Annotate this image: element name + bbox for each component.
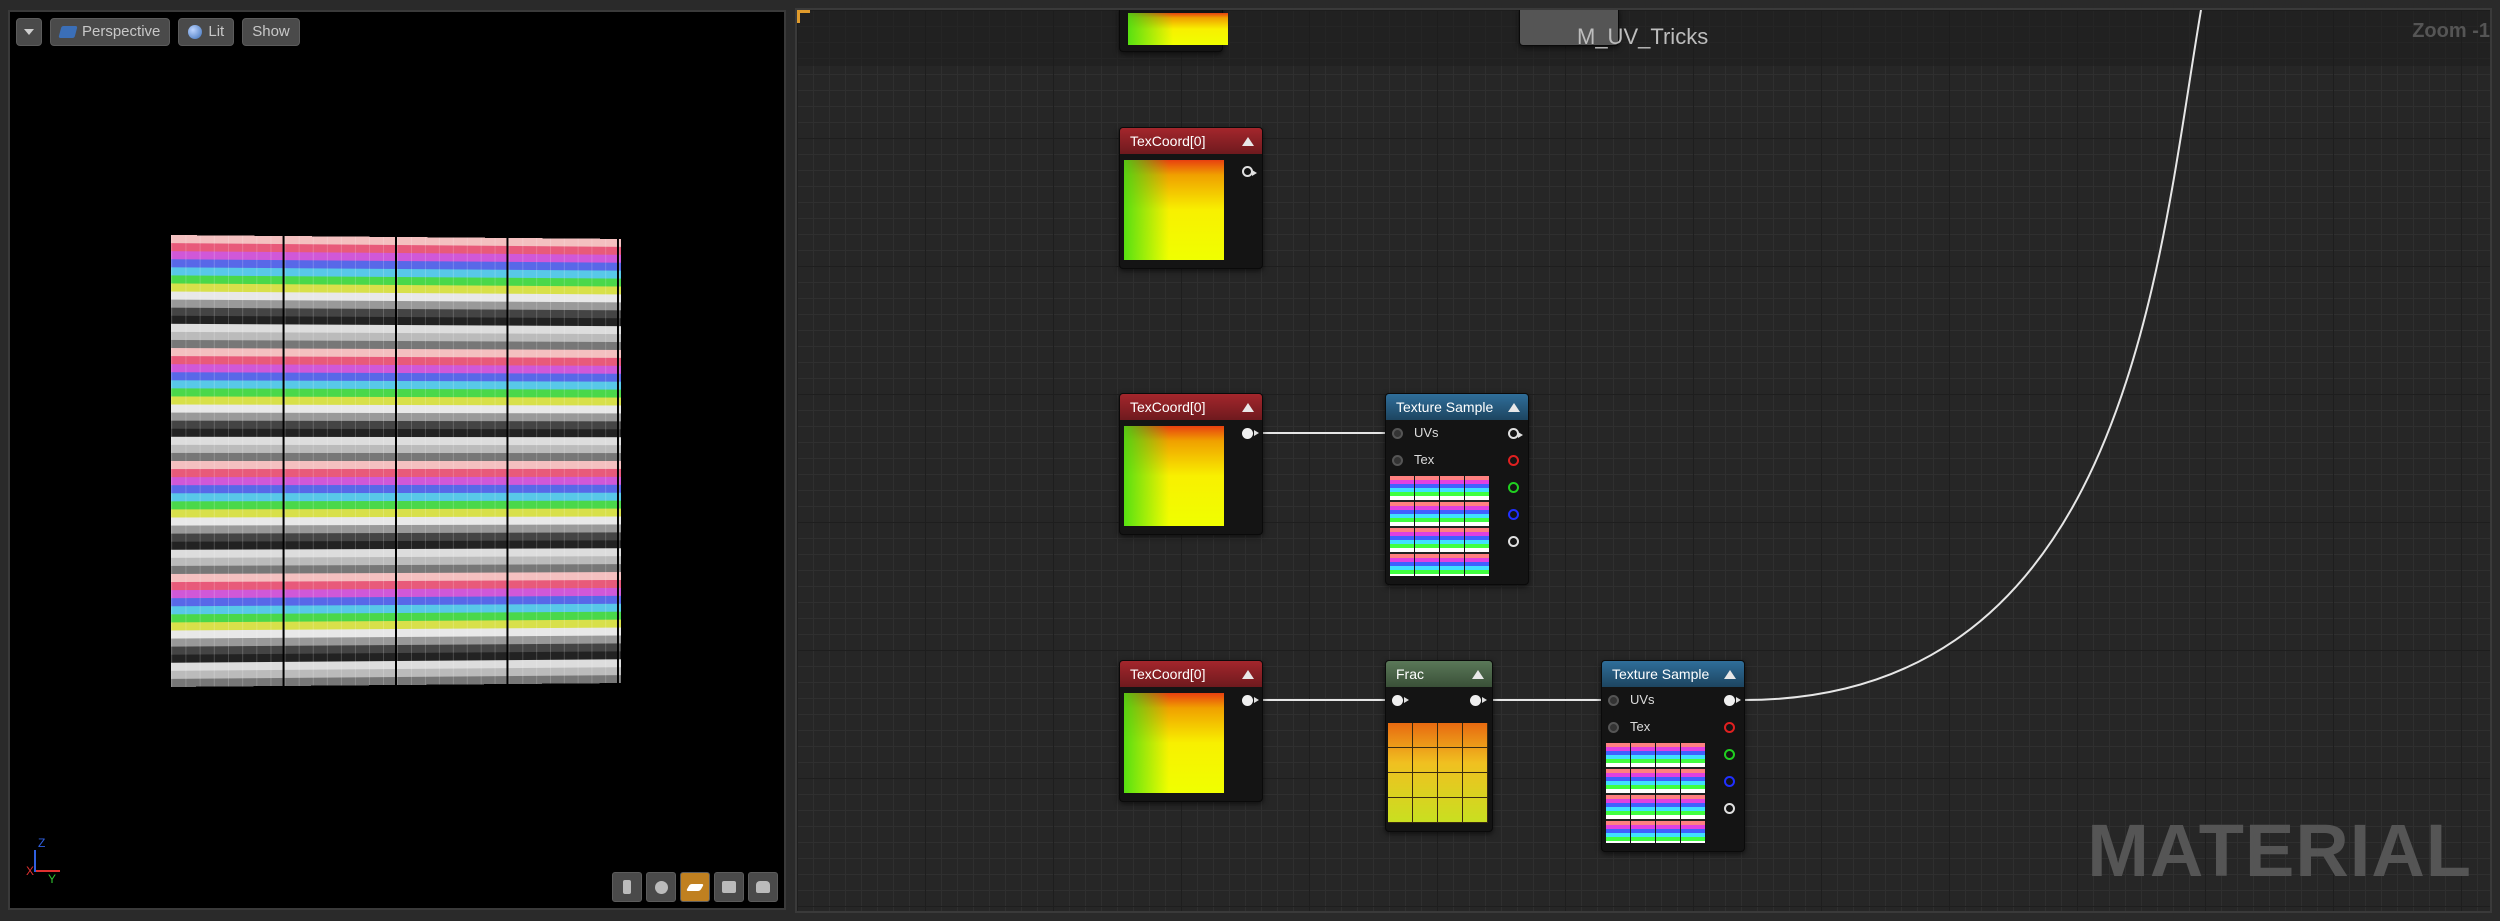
collapse-arrow-icon[interactable]: [1508, 403, 1520, 412]
wire-texture-output: [1743, 10, 2202, 701]
node-title: TexCoord[0]: [1130, 133, 1206, 149]
green-output-pin[interactable]: [1724, 749, 1735, 760]
node-header[interactable]: TexCoord[0]: [1120, 394, 1262, 420]
collapse-arrow-icon[interactable]: [1242, 403, 1254, 412]
show-label: Show: [252, 23, 290, 40]
node-header[interactable]: Texture Sample: [1602, 661, 1744, 687]
material-graph-editor[interactable]: M_UV_Tricks Zoom -1 TexCoord[0] TexCoord…: [795, 8, 2492, 913]
perspective-button[interactable]: Perspective: [50, 18, 171, 46]
cylinder-preview-button[interactable]: [748, 872, 778, 902]
lit-button[interactable]: Lit: [178, 18, 235, 46]
axis-z-label: Z: [38, 836, 46, 850]
rgb-output-pin[interactable]: [1724, 695, 1741, 706]
node-title: Texture Sample: [1612, 666, 1710, 682]
cylinder-icon: [756, 881, 770, 893]
node-preview: [1606, 743, 1706, 843]
red-output-pin[interactable]: [1724, 722, 1735, 733]
material-watermark: MATERIAL: [2087, 809, 2472, 892]
alpha-output-pin[interactable]: [1508, 536, 1519, 547]
cube-icon: [722, 881, 736, 893]
collapse-arrow-icon[interactable]: [1472, 670, 1484, 679]
viewport-menu-button[interactable]: [16, 18, 42, 46]
blue-output-pin[interactable]: [1508, 509, 1519, 520]
output-pin[interactable]: [1242, 695, 1259, 706]
output-pin[interactable]: [1242, 428, 1259, 439]
collapse-arrow-icon[interactable]: [1724, 670, 1736, 679]
collapse-arrow-icon[interactable]: [1242, 670, 1254, 679]
axis-x-label: X: [26, 864, 35, 878]
node-header[interactable]: TexCoord[0]: [1120, 661, 1262, 687]
preview-mesh: [171, 235, 621, 687]
uvs-input-pin[interactable]: [1608, 695, 1619, 706]
node-preview: [1124, 426, 1224, 526]
tex-label: Tex: [1630, 719, 1651, 734]
preview-shape-buttons: [612, 872, 778, 902]
node-title: Frac: [1396, 666, 1424, 682]
rgb-output-pin[interactable]: [1508, 428, 1523, 439]
perspective-label: Perspective: [82, 23, 161, 40]
node-header[interactable]: Texture Sample: [1386, 394, 1528, 420]
uvs-input-pin[interactable]: [1392, 428, 1403, 439]
uvs-label: UVs: [1630, 692, 1655, 707]
frac-node[interactable]: Frac: [1385, 660, 1493, 832]
axis-x-line: [34, 870, 60, 872]
chevron-down-icon: [24, 29, 34, 35]
cube-icon: [58, 26, 78, 38]
plane-preview-button[interactable]: [680, 872, 710, 902]
alpha-output-pin[interactable]: [1724, 803, 1735, 814]
realtime-icon: [623, 880, 631, 894]
sphere-icon: [654, 880, 668, 894]
node-header[interactable]: Frac: [1386, 661, 1492, 687]
cube-preview-button[interactable]: [714, 872, 744, 902]
tex-input-pin[interactable]: [1608, 722, 1619, 733]
node-header[interactable]: TexCoord[0]: [1120, 128, 1262, 154]
frac-output-pin[interactable]: [1470, 695, 1487, 706]
output-pin[interactable]: [1242, 166, 1257, 177]
axis-indicator: Z X Y: [26, 836, 70, 886]
plane-icon: [685, 883, 705, 891]
axis-y-label: Y: [48, 872, 57, 886]
tex-input-pin[interactable]: [1392, 455, 1403, 466]
node-title: TexCoord[0]: [1130, 666, 1206, 682]
sphere-icon: [188, 25, 203, 39]
node-title: Texture Sample: [1396, 399, 1494, 415]
uvs-label: UVs: [1414, 425, 1439, 440]
node-preview: [1388, 723, 1488, 823]
preview-viewport[interactable]: Perspective Lit Show Z X Y: [8, 10, 786, 910]
blue-output-pin[interactable]: [1724, 776, 1735, 787]
red-output-pin[interactable]: [1508, 455, 1519, 466]
tex-label: Tex: [1414, 452, 1435, 467]
node-preview: [1390, 476, 1490, 576]
node-title: TexCoord[0]: [1130, 399, 1206, 415]
realtime-button[interactable]: [612, 872, 642, 902]
frac-input-pin[interactable]: [1392, 695, 1409, 706]
axis-y-line: [34, 850, 36, 872]
texcoord-node[interactable]: TexCoord[0]: [1119, 660, 1263, 802]
texcoord-node[interactable]: TexCoord[0]: [1119, 393, 1263, 535]
green-output-pin[interactable]: [1508, 482, 1519, 493]
collapse-arrow-icon[interactable]: [1242, 137, 1254, 146]
sphere-preview-button[interactable]: [646, 872, 676, 902]
viewport-toolbar: Perspective Lit Show: [16, 18, 300, 46]
show-button[interactable]: Show: [242, 18, 300, 46]
node-preview: [1124, 160, 1224, 260]
node-preview: [1124, 693, 1224, 793]
lit-label: Lit: [208, 23, 225, 40]
texture-sample-node[interactable]: Texture Sample UVs Tex: [1601, 660, 1745, 852]
texture-sample-node[interactable]: Texture Sample UVs Tex: [1385, 393, 1529, 585]
texcoord-node[interactable]: TexCoord[0]: [1119, 127, 1263, 269]
